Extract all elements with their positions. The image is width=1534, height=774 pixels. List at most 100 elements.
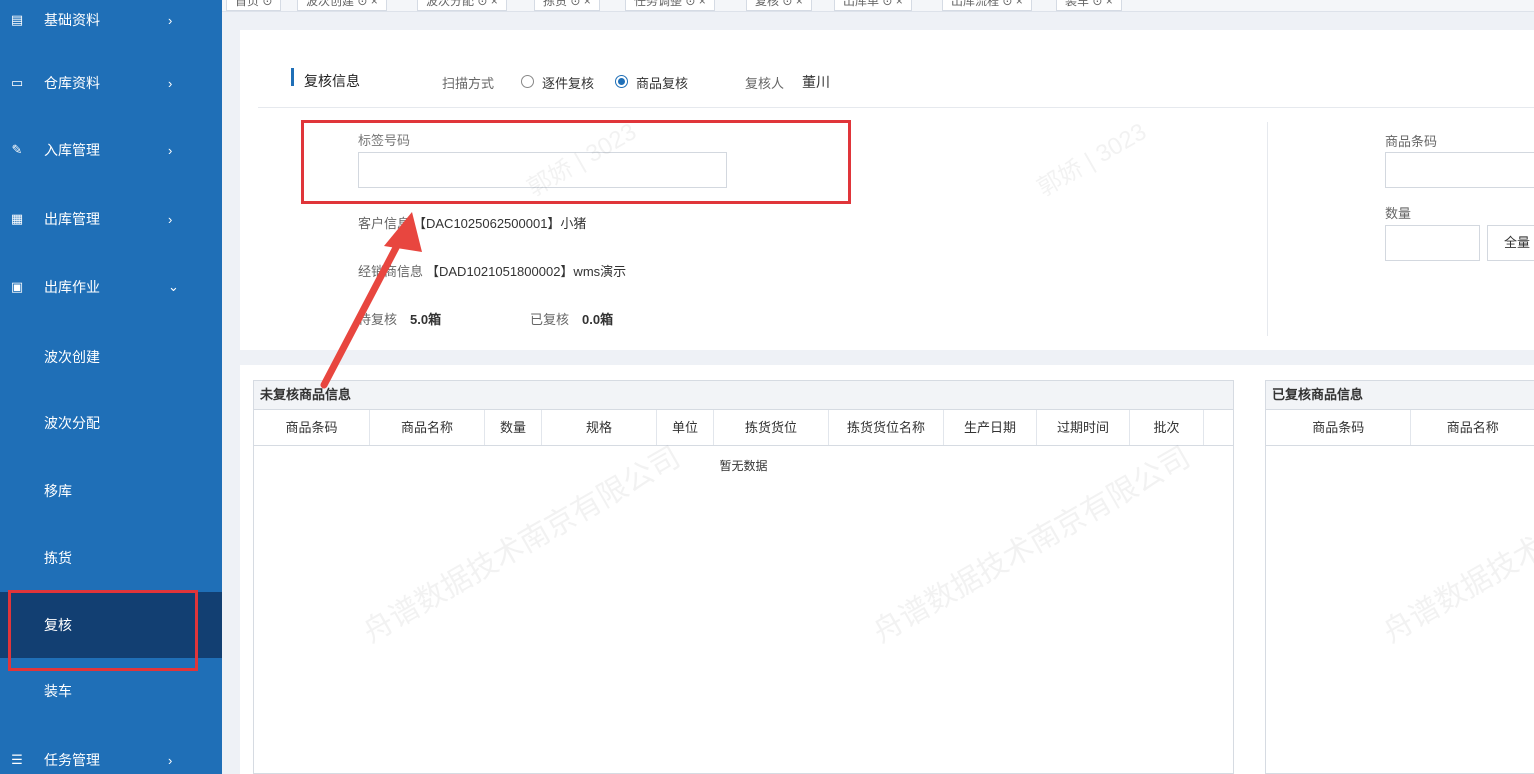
tab-review[interactable]: 复核 ⊙ × xyxy=(746,0,812,11)
sidebar-subitem-move[interactable]: 移库 xyxy=(0,458,222,524)
sidebar-item-label: 仓库资料 xyxy=(44,75,100,91)
column-header[interactable]: 商品名称 xyxy=(1411,410,1534,445)
reviewed-title: 已复核商品信息 xyxy=(1265,380,1534,410)
sidebar-subitem-label: 拣货 xyxy=(44,550,72,566)
tab-wave-assign[interactable]: 波次分配 ⊙ × xyxy=(417,0,507,11)
chevron-right-icon: › xyxy=(168,12,173,28)
calculator-icon: ▣ xyxy=(10,279,24,294)
sidebar-item-tasks[interactable]: ☰ 任务管理 › xyxy=(0,740,222,774)
column-header[interactable]: 商品条码 xyxy=(254,410,370,445)
tab-outbound-flow[interactable]: 出库流程 ⊙ × xyxy=(942,0,1032,11)
pending-value: 5.0箱 xyxy=(410,312,442,327)
unreviewed-title: 未复核商品信息 xyxy=(253,380,1234,410)
tab-label: 任务调整 xyxy=(634,0,683,8)
dealer-label: 经销商信息 xyxy=(358,264,424,279)
divider xyxy=(258,107,1534,108)
unreviewed-table-header: 商品条码 商品名称 数量 规格 单位 拣货货位 拣货货位名称 生产日期 过期时间… xyxy=(253,410,1234,446)
radio-piece-review[interactable] xyxy=(521,75,534,88)
column-header[interactable]: 生产日期 xyxy=(944,410,1037,445)
tab-home[interactable]: 首页 ⊙ xyxy=(226,0,282,11)
review-info-panel xyxy=(240,30,1534,350)
tab-label: 波次创建 xyxy=(306,0,355,8)
sidebar-item-outbound-ops[interactable]: ▣ 出库作业 ⌄ xyxy=(0,267,222,307)
done-value: 0.0箱 xyxy=(582,312,614,327)
chevron-right-icon: › xyxy=(168,75,173,91)
import-icon: ✎ xyxy=(11,142,23,157)
radio-goods-review-label[interactable]: 商品复核 xyxy=(636,73,688,92)
sidebar-item-outbound[interactable]: ▦ 出库管理 › xyxy=(0,199,222,239)
sidebar-subitem-label: 复核 xyxy=(44,617,72,633)
sidebar-item-basic-data[interactable]: ▤ 基础资料 › xyxy=(0,0,222,40)
grid-icon: ▦ xyxy=(10,211,24,226)
sidebar-subitem-wave-create[interactable]: 波次创建 xyxy=(0,324,222,390)
sidebar-item-label: 入库管理 xyxy=(44,142,100,158)
dealer-value: 【DAD1021051800002】wms演示 xyxy=(426,264,627,279)
tag-number-input[interactable] xyxy=(358,152,727,188)
column-header[interactable]: 单位 xyxy=(657,410,714,445)
column-header[interactable]: 拣货货位名称 xyxy=(829,410,944,445)
quantity-label: 数量 xyxy=(1385,206,1412,221)
tab-task-adjust[interactable]: 任务调整 ⊙ × xyxy=(625,0,715,11)
tab-label: 装车 xyxy=(1065,0,1090,8)
sidebar-subitem-loading[interactable]: 装车 xyxy=(0,658,222,724)
chevron-down-icon: ⌄ xyxy=(168,279,179,294)
sidebar-subitem-label: 装车 xyxy=(44,683,72,699)
column-header[interactable]: 规格 xyxy=(542,410,657,445)
server-icon: ☰ xyxy=(11,752,23,767)
customer-value: 【DAC1025062500001】小猪 xyxy=(413,216,587,231)
book-icon: ▤ xyxy=(10,12,24,27)
column-header[interactable]: 拣货货位 xyxy=(714,410,829,445)
full-quantity-button-label: 全量 xyxy=(1503,235,1530,250)
chevron-right-icon: › xyxy=(168,752,173,768)
column-header[interactable]: 商品条码 xyxy=(1266,410,1412,445)
sidebar-subitem-review[interactable]: 复核 xyxy=(0,592,222,658)
sidebar-item-inbound[interactable]: ✎ 入库管理 › xyxy=(0,130,222,170)
reviewed-table-header: 商品条码 商品名称 xyxy=(1265,410,1534,446)
sidebar: ▤ 基础资料 › ▭ 仓库资料 › ✎ 入库管理 › ▦ 出库管理 › ▣ 出库… xyxy=(0,0,222,774)
sidebar-item-label: 出库作业 xyxy=(44,279,100,295)
unreviewed-table-body: 暂无数据 xyxy=(253,446,1234,774)
sidebar-subitem-label: 波次分配 xyxy=(44,415,100,431)
barcode-label: 商品条码 xyxy=(1385,134,1438,149)
tab-label: 拣货 xyxy=(543,0,568,8)
scan-mode-label: 扫描方式 xyxy=(442,76,495,91)
tab-wave-create[interactable]: 波次创建 ⊙ × xyxy=(297,0,387,11)
column-header[interactable]: 批次 xyxy=(1130,410,1204,445)
sidebar-item-label: 任务管理 xyxy=(44,752,100,768)
reviewed-table-body xyxy=(1265,446,1534,774)
chevron-right-icon: › xyxy=(168,142,173,158)
tab-label: 波次分配 xyxy=(426,0,475,8)
done-label: 已复核 xyxy=(530,312,570,327)
pending-label: 待复核 xyxy=(358,312,398,327)
tab-outbound-order[interactable]: 出库单 ⊙ × xyxy=(834,0,912,11)
barcode-input[interactable] xyxy=(1385,152,1534,188)
tag-number-label: 标签号码 xyxy=(358,133,411,148)
tab-label: 复核 xyxy=(755,0,780,8)
full-quantity-button[interactable]: 全量 xyxy=(1487,225,1534,261)
inbox-icon: ▭ xyxy=(10,75,24,90)
quantity-input[interactable] xyxy=(1385,225,1480,261)
radio-piece-review-label[interactable]: 逐件复核 xyxy=(542,73,594,92)
tab-pick[interactable]: 拣货 ⊙ × xyxy=(534,0,600,11)
chevron-right-icon: › xyxy=(168,211,173,227)
sidebar-subitem-label: 移库 xyxy=(44,483,72,499)
reviewer-label: 复核人 xyxy=(745,76,785,91)
empty-state-text: 暂无数据 xyxy=(719,459,768,473)
tab-loading[interactable]: 装车 ⊙ × xyxy=(1056,0,1122,11)
customer-label: 客户信息 xyxy=(358,216,411,231)
column-header[interactable]: 数量 xyxy=(485,410,542,445)
divider xyxy=(1267,122,1268,336)
sidebar-subitem-pick[interactable]: 拣货 xyxy=(0,525,222,591)
tab-bar: 首页 ⊙ 波次创建 ⊙ × 波次分配 ⊙ × 拣货 ⊙ × 任务调整 ⊙ × 复… xyxy=(222,0,1534,12)
tab-label: 出库流程 xyxy=(951,0,1000,8)
tab-label: 出库单 xyxy=(843,0,880,8)
sidebar-item-warehouse-data[interactable]: ▭ 仓库资料 › xyxy=(0,63,222,103)
radio-goods-review[interactable] xyxy=(615,75,628,88)
column-header[interactable]: 过期时间 xyxy=(1037,410,1130,445)
section-marker xyxy=(291,68,294,86)
sidebar-subitem-label: 波次创建 xyxy=(44,349,100,365)
column-header[interactable]: 商品名称 xyxy=(370,410,485,445)
sidebar-subitem-wave-assign[interactable]: 波次分配 xyxy=(0,390,222,456)
sidebar-item-label: 基础资料 xyxy=(44,12,100,28)
sidebar-item-label: 出库管理 xyxy=(44,211,100,227)
